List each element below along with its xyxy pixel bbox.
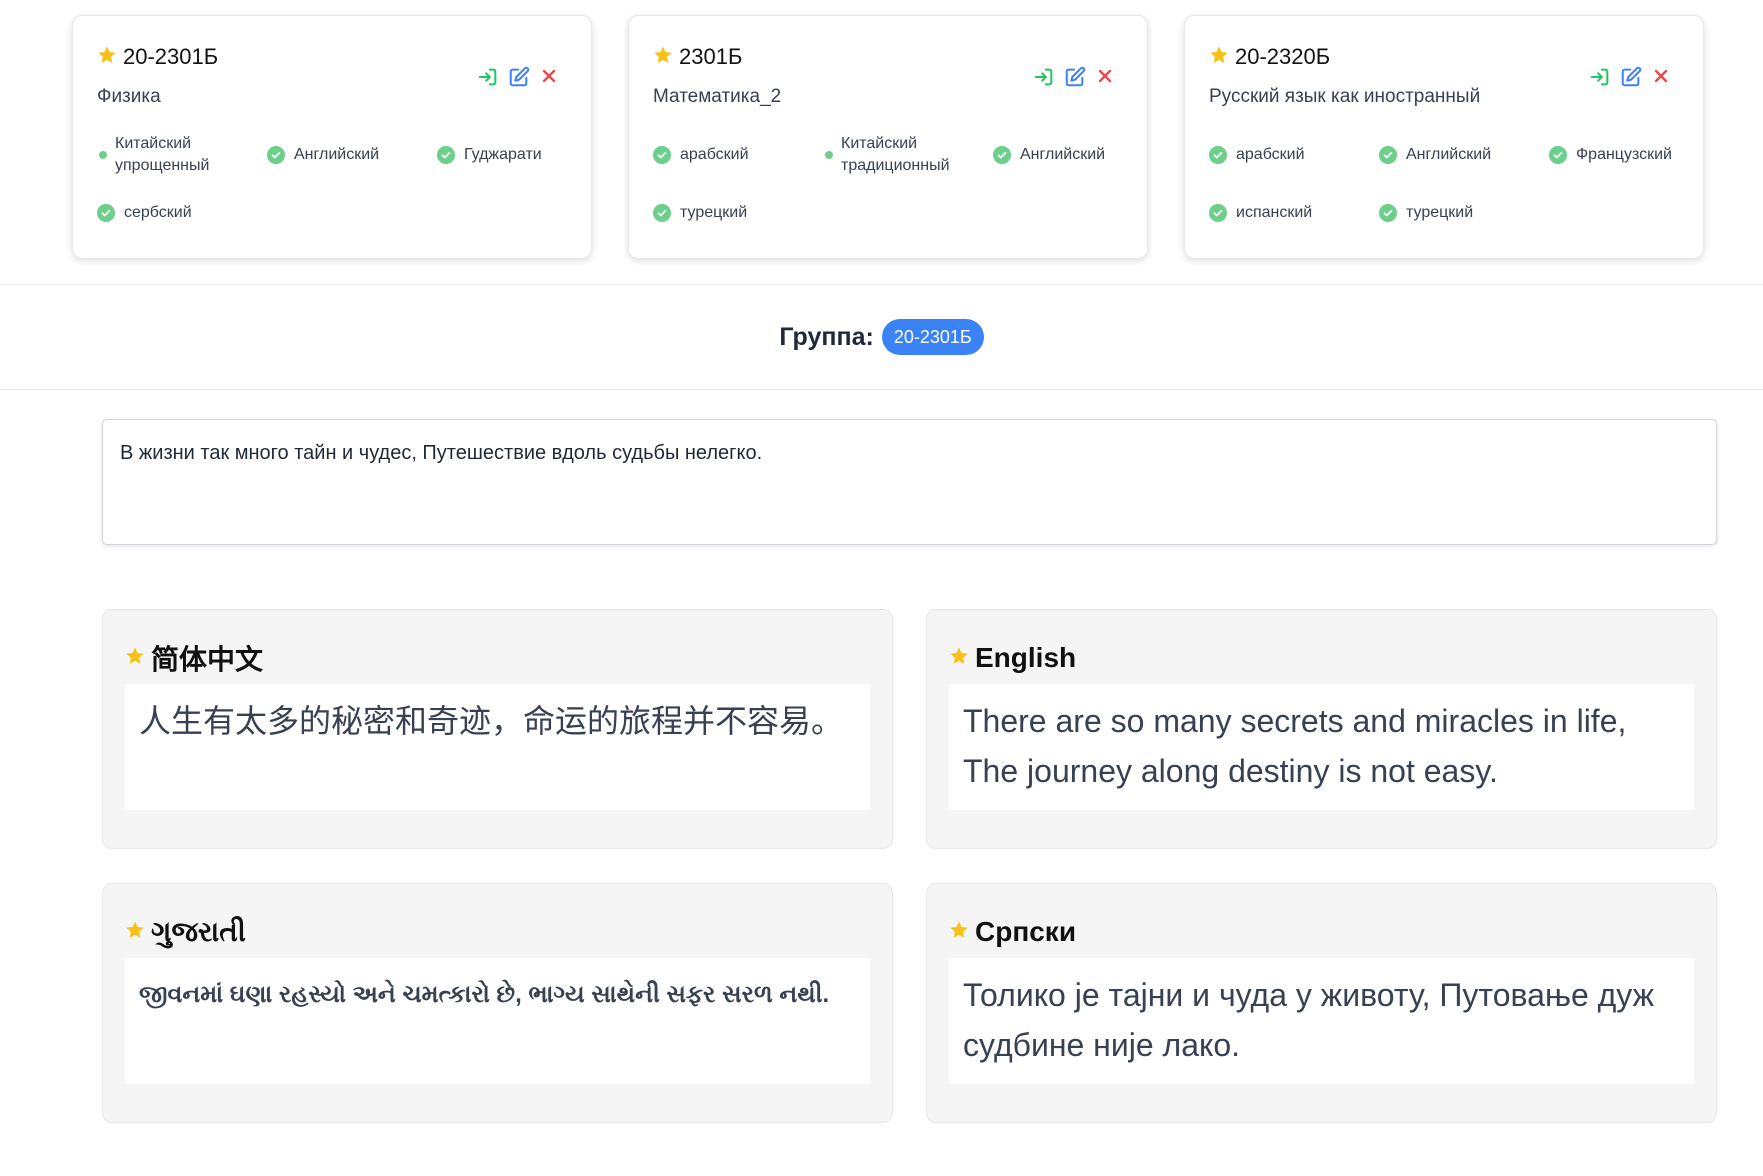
check-circle-icon [99, 151, 107, 159]
close-icon[interactable] [539, 66, 561, 88]
language-label: турецкий [680, 204, 748, 221]
group-code: 2301Б [679, 44, 743, 69]
translation-text: There are so many secrets and miracles i… [949, 684, 1694, 810]
translation-language: Српски [975, 916, 1077, 947]
card-actions [477, 66, 561, 88]
language-label: Китайский традиционный [841, 135, 950, 174]
check-circle-icon [825, 151, 833, 159]
star-icon[interactable] [1209, 45, 1229, 69]
star-icon[interactable] [949, 646, 969, 670]
language-label: Английский [1406, 146, 1492, 163]
star-icon[interactable] [653, 45, 673, 69]
star-icon[interactable] [125, 646, 145, 670]
translation-language: 简体中文 [151, 644, 264, 675]
translation-text: 人生有太多的秘密和奇迹，命运的旅程并不容易。 [125, 684, 870, 810]
language-label: Французский [1576, 146, 1672, 163]
translation-language: English [975, 642, 1077, 673]
login-arrow-icon[interactable] [1033, 66, 1055, 88]
translation-card: ગુજરાતી જીવનમાં ઘણા રહસ્યો અને ચમત્કારો છ… [102, 883, 893, 1123]
language-item: Французский [1549, 126, 1699, 184]
language-item: Английский [1379, 126, 1549, 184]
language-list: арабский Английский Французский испанский ту… [1209, 126, 1679, 242]
check-circle-icon [1209, 146, 1227, 164]
edit-icon[interactable] [1620, 66, 1642, 88]
edit-icon[interactable] [1064, 66, 1086, 88]
card-actions [1033, 66, 1117, 88]
language-label: Гуджарати [464, 146, 542, 163]
language-item: турецкий [1379, 184, 1549, 242]
close-icon[interactable] [1651, 66, 1673, 88]
translation-card: 简体中文人生有太多的秘密和奇迹，命运的旅程并不容易。 [102, 609, 893, 849]
group-subject: Математика_2 [653, 86, 782, 107]
group-code: 20-2301Б [123, 44, 219, 69]
language-label: испанский [1236, 204, 1313, 221]
check-circle-icon [993, 146, 1011, 164]
check-circle-icon [1379, 146, 1397, 164]
translation-header: Српски [949, 912, 1694, 952]
group-badge[interactable]: 20-2301Б [881, 319, 984, 355]
group-label: Группа: [779, 322, 874, 351]
language-item: Китайский упрощенный [97, 126, 267, 184]
language-label: арабский [680, 146, 749, 163]
translation-header: ગુજરાતી [125, 912, 870, 952]
translation-text: જીવનમાં ઘણા રહસ્યો અને ચમત્કારો છે, ભાગ્… [125, 958, 870, 1084]
check-circle-icon [1379, 204, 1397, 222]
check-circle-icon [1209, 204, 1227, 222]
check-circle-icon [653, 204, 671, 222]
translation-card: Српски Толико је тајни и чуда у животу, П… [926, 883, 1717, 1123]
language-list: Китайский упрощенный Английский Гуджарати с… [97, 126, 567, 242]
check-circle-icon [267, 146, 285, 164]
language-label: турецкий [1406, 204, 1474, 221]
card-actions [1589, 66, 1673, 88]
translations-grid: 简体中文人生有太多的秘密和奇迹，命运的旅程并不容易。 English There a… [102, 609, 1717, 1123]
group-card[interactable]: 2301Б Математика_2 арабский Китайский тради… [628, 15, 1148, 259]
language-item: Английский [993, 126, 1143, 184]
language-label: Английский [1020, 146, 1106, 163]
translation-header: English [949, 638, 1694, 678]
language-item: Китайский традиционный [823, 126, 993, 184]
group-bar: Группа: 20-2301Б [0, 284, 1763, 390]
language-item: арабский [653, 126, 823, 184]
star-icon[interactable] [97, 45, 117, 69]
star-icon[interactable] [125, 920, 145, 944]
group-card[interactable]: 20-2320Б Русский язык как иностранный араб… [1184, 15, 1704, 259]
star-icon[interactable] [949, 920, 969, 944]
close-icon[interactable] [1095, 66, 1117, 88]
group-code: 20-2320Б [1235, 44, 1331, 69]
translation-language: ગુજરાતી [151, 915, 246, 947]
language-label: арабский [1236, 146, 1305, 163]
edit-icon[interactable] [508, 66, 530, 88]
language-label: сербский [124, 204, 192, 221]
translation-text: Толико је тајни и чуда у животу, Путовањ… [949, 958, 1694, 1084]
group-cards: 20-2301Б Физика Китайский упрощенный Англий… [72, 15, 1706, 259]
language-item: Гуджарати [437, 126, 587, 184]
language-item: турецкий [653, 184, 823, 242]
source-text-input[interactable]: В жизни так много тайн и чудес, Путешест… [102, 419, 1717, 545]
group-subject: Русский язык как иностранный [1209, 86, 1481, 107]
group-subject: Физика [97, 86, 161, 107]
language-list: арабский Китайский традиционный Английский… [653, 126, 1123, 242]
translation-header: 简体中文 [125, 638, 870, 678]
language-label: Английский [294, 146, 380, 163]
login-arrow-icon[interactable] [477, 66, 499, 88]
language-item: Английский [267, 126, 437, 184]
check-circle-icon [653, 146, 671, 164]
check-circle-icon [437, 146, 455, 164]
check-circle-icon [1549, 146, 1567, 164]
language-label: Китайский упрощенный [115, 135, 210, 174]
language-item: арабский [1209, 126, 1379, 184]
login-arrow-icon[interactable] [1589, 66, 1611, 88]
group-card[interactable]: 20-2301Б Физика Китайский упрощенный Англий… [72, 15, 592, 259]
language-item: испанский [1209, 184, 1379, 242]
language-item: сербский [97, 184, 267, 242]
translation-card: English There are so many secrets and mir… [926, 609, 1717, 849]
check-circle-icon [97, 204, 115, 222]
